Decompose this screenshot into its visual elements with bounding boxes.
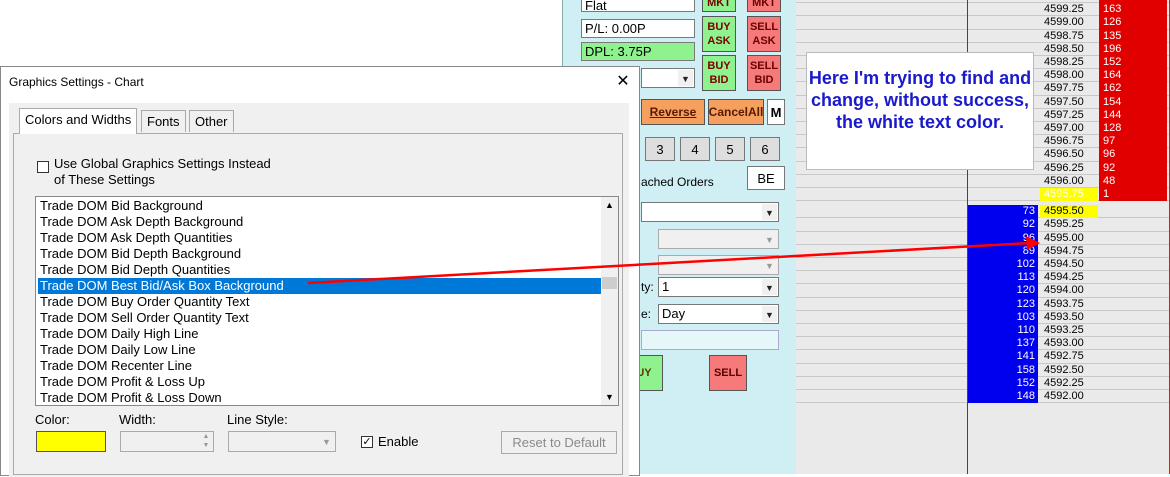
arrow-line <box>307 241 1031 285</box>
arrow-head <box>1026 236 1040 250</box>
tab-colors-and-widths[interactable]: Colors and Widths <box>19 108 138 134</box>
annotation-arrow <box>307 236 1040 285</box>
